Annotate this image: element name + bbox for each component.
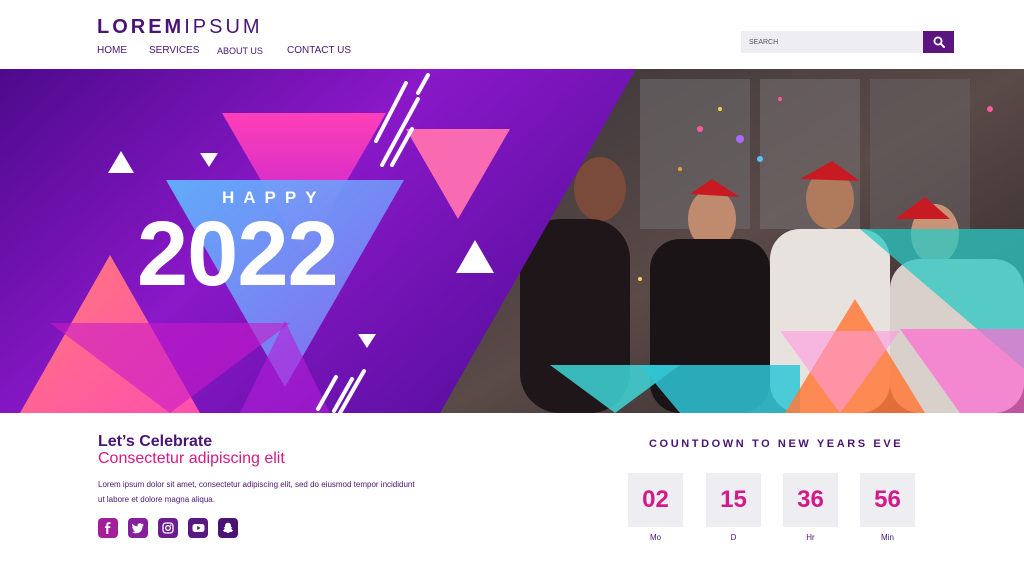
countdown-months-label: Mo: [649, 533, 662, 542]
logo-bold-text: LOREM: [97, 16, 185, 38]
site-logo[interactable]: LOREMIPSUM: [97, 16, 263, 39]
youtube-link[interactable]: [188, 518, 208, 538]
social-links: [98, 518, 238, 538]
countdown-minutes-label: Min: [881, 533, 894, 542]
countdown-months: 02: [628, 473, 683, 527]
instagram-icon: [162, 522, 174, 534]
nav-services[interactable]: SERVICES: [149, 45, 217, 56]
nav-contact-us[interactable]: CONTACT US: [287, 45, 351, 56]
countdown-hours: 36: [783, 473, 838, 527]
facebook-link[interactable]: [98, 518, 118, 538]
twitter-icon: [132, 523, 144, 534]
snapchat-icon: [222, 522, 234, 533]
search-icon: [933, 36, 945, 48]
countdown-title: COUNTDOWN TO NEW YEARS EVE: [649, 438, 904, 450]
logo-light-text: IPSUM: [184, 16, 263, 38]
search-bar: [741, 31, 954, 53]
countdown-days: 15: [706, 473, 761, 527]
countdown-hours-label: Hr: [806, 533, 815, 542]
hero-year-text: 2022: [137, 203, 339, 305]
facebook-icon: [105, 522, 111, 534]
snapchat-link[interactable]: [218, 518, 238, 538]
section-subtitle: Consectetur adipiscing elit: [98, 450, 285, 467]
countdown-minutes: 56: [860, 473, 915, 527]
search-input[interactable]: [741, 31, 923, 53]
countdown-days-label: D: [730, 533, 737, 542]
instagram-link[interactable]: [158, 518, 178, 538]
section-title: Let’s Celebrate: [98, 433, 213, 450]
nav-home[interactable]: HOME: [97, 45, 149, 56]
youtube-icon: [192, 524, 204, 532]
main-nav: HOME SERVICES ABOUT US CONTACT US: [97, 45, 351, 56]
section-body-text: Lorem ipsum dolor sit amet, consectetur …: [98, 480, 415, 504]
nav-about-us[interactable]: ABOUT US: [217, 46, 287, 56]
search-button[interactable]: [923, 31, 954, 53]
twitter-link[interactable]: [128, 518, 148, 538]
